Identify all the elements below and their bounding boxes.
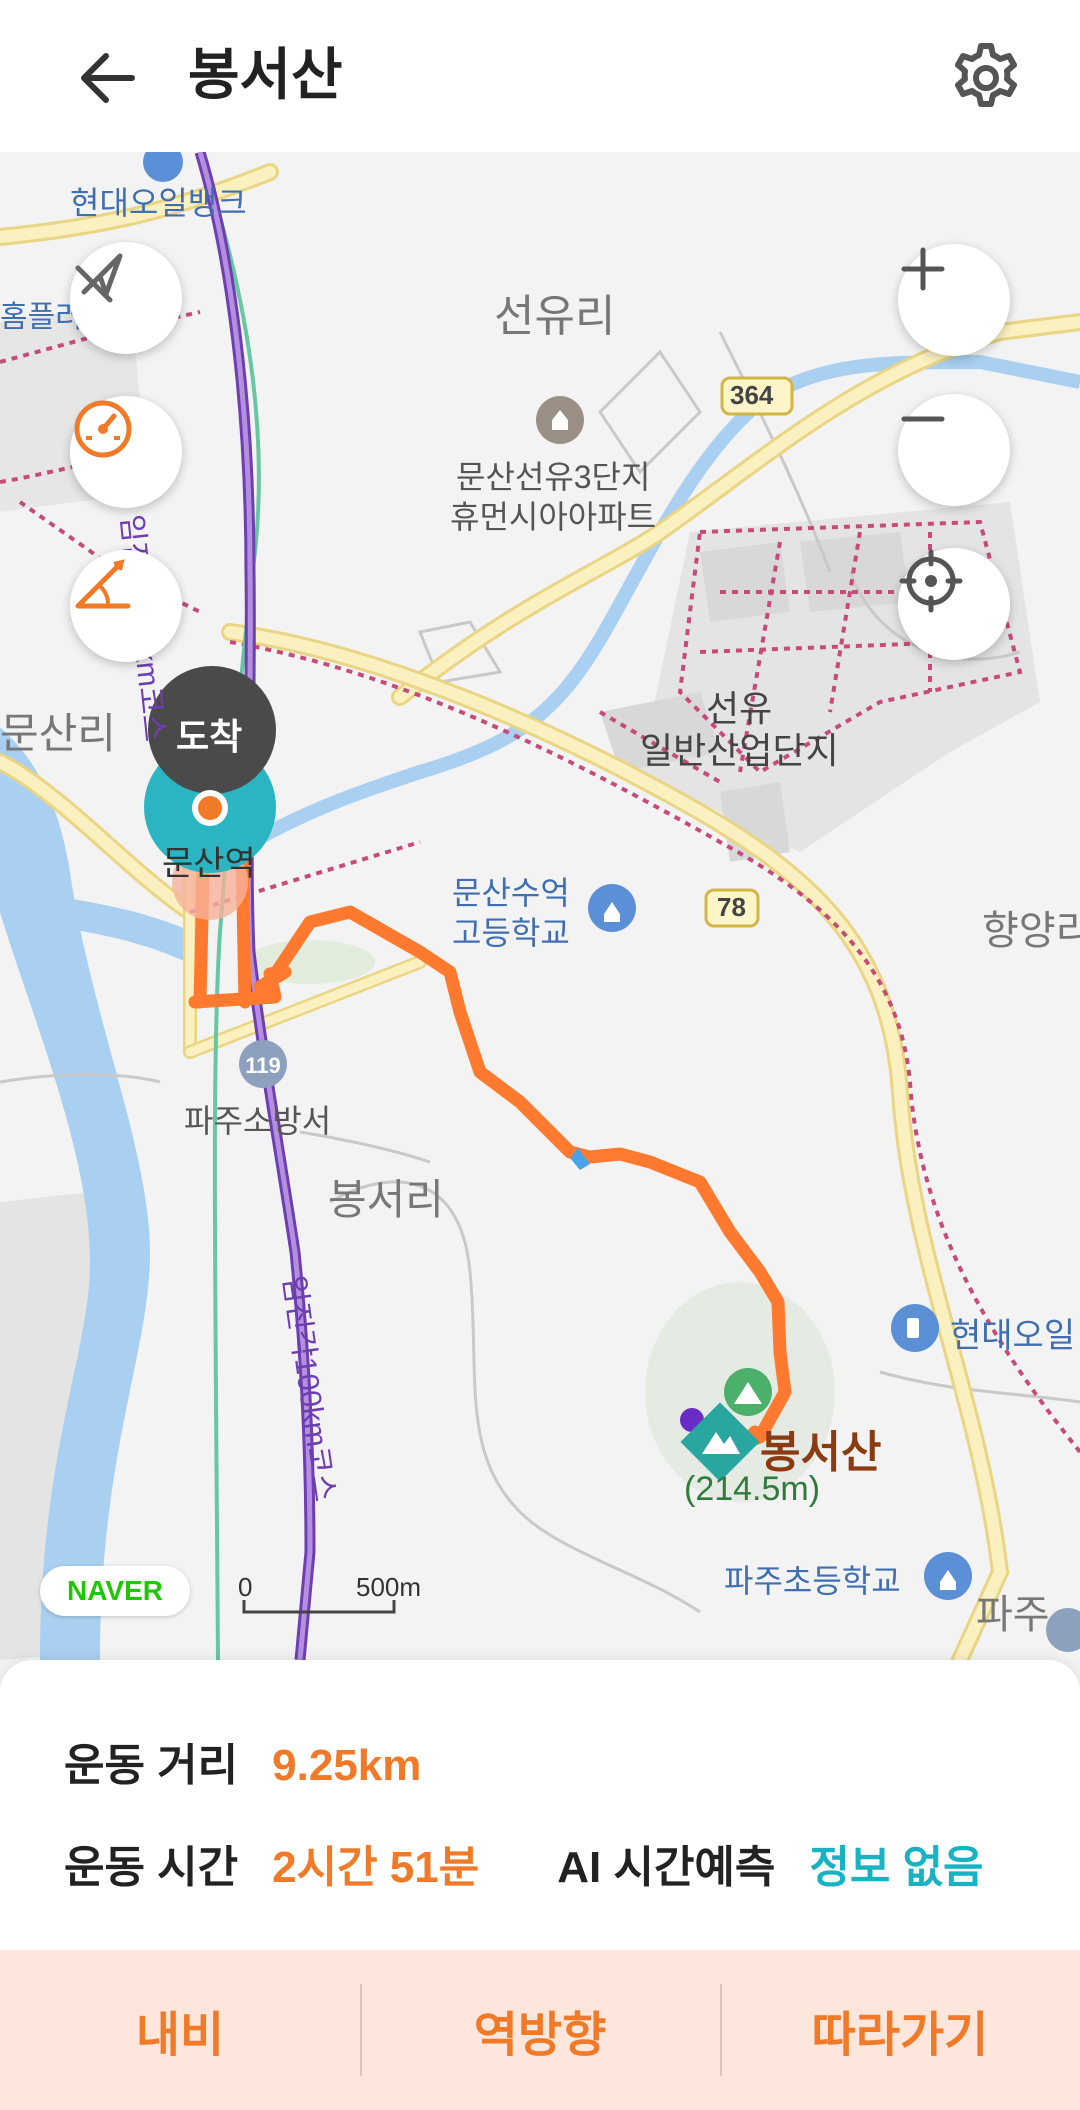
map-label: 파주 (976, 1593, 1050, 1637)
peak-height-label: (214.5m) (684, 1470, 821, 1508)
naver-logo-text: NAVER (67, 1575, 163, 1606)
map-label: 향양리 (982, 909, 1080, 953)
back-button[interactable] (70, 40, 146, 116)
compass-off-icon (75, 253, 123, 303)
minus-icon (901, 416, 945, 422)
map-label: 봉서리 (328, 1176, 444, 1223)
map-view[interactable]: 119 현대오일뱅크 홈플러 선유리 문산선유3단지 휴먼시아아파트 364 7… (0, 152, 1080, 1660)
time-row: 운동 시간 2시간 51분 AI 시간예측 정보 없음 (64, 1838, 984, 1898)
poi-right-edge (1046, 1608, 1080, 1652)
map-label: 파주초등학교 (724, 1563, 901, 1599)
page-title: 봉서산 (188, 43, 343, 108)
distance-label: 운동 거리 (64, 1741, 239, 1790)
plus-icon (901, 247, 945, 291)
follow-button[interactable]: 따라가기 (720, 1950, 1080, 2110)
map-label: 파주소방서 (184, 1103, 332, 1139)
action-bar: 내비 역방향 따라가기 (0, 1950, 1080, 2110)
time-label: 운동 시간 (64, 1843, 239, 1892)
map-label: 휴먼시아아파트 (450, 499, 657, 535)
map-label: 문산역 (162, 845, 256, 883)
app-header: 봉서산 (0, 0, 1080, 152)
scale-distance: 500m (356, 1572, 422, 1602)
gear-icon (955, 43, 1017, 107)
arrow-left-icon (81, 53, 135, 103)
zoom-in-button[interactable] (898, 244, 1010, 356)
crosshair-icon (899, 549, 963, 613)
map-label: 문산리 (0, 710, 116, 757)
route-number: 78 (717, 892, 746, 922)
map-label: 일반산업단지 (640, 730, 839, 771)
ai-time-value: 정보 없음 (809, 1843, 984, 1892)
settings-button[interactable] (948, 40, 1024, 116)
map-label: 선유리 (494, 292, 616, 341)
reverse-button[interactable]: 역방향 (360, 1950, 720, 2110)
speedometer-icon (74, 400, 132, 458)
svg-text:119: 119 (245, 1053, 281, 1078)
route-stats-panel: 운동 거리 9.25km 운동 시간 2시간 51분 AI 시간예측 정보 없음 (0, 1660, 1080, 1950)
arrival-label: 도착 (176, 716, 243, 757)
zoom-out-button[interactable] (898, 394, 1010, 506)
naver-logo: NAVER (40, 1566, 190, 1616)
map-label: 현대오일뱅크 (70, 185, 247, 221)
slope-angle-icon (75, 559, 131, 609)
map-label: 현대오일 (950, 1317, 1076, 1355)
locate-button[interactable] (898, 548, 1010, 660)
navi-button[interactable]: 내비 (0, 1950, 360, 2110)
distance-value: 9.25km (272, 1741, 422, 1790)
scale-zero: 0 (238, 1572, 253, 1602)
map-label: 고등학교 (452, 915, 570, 951)
speed-button[interactable] (70, 396, 182, 508)
time-value: 2시간 51분 (272, 1843, 480, 1892)
route-number: 364 (730, 380, 774, 410)
distance-row: 운동 거리 9.25km (64, 1736, 421, 1796)
compass-toggle-button[interactable] (70, 242, 182, 354)
ai-time-label: AI 시간예측 (557, 1843, 776, 1892)
slope-button[interactable] (70, 550, 182, 662)
